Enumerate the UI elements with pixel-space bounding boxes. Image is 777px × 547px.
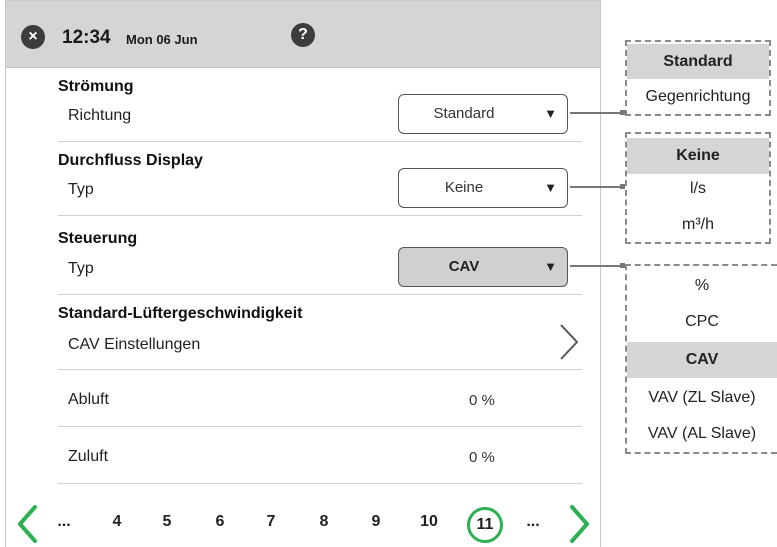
dropdown-arrow-icon: ▼ xyxy=(544,259,557,274)
section-title-stroemung: Strömung xyxy=(58,78,134,95)
page-ellipsis: ... xyxy=(57,513,71,530)
page-4[interactable]: 4 xyxy=(103,513,131,531)
divider xyxy=(58,215,582,216)
durchfluss-typ-label: Typ xyxy=(68,181,94,198)
durchfluss-options-popup: Keine l/s m³/h xyxy=(625,132,771,244)
richtung-label: Richtung xyxy=(68,107,132,124)
connector-line xyxy=(570,265,625,267)
steuerung-dropdown[interactable]: CAV ▼ xyxy=(398,247,568,287)
divider xyxy=(58,426,582,427)
steuerung-value: CAV xyxy=(448,258,480,275)
steuerung-typ-label: Typ xyxy=(68,260,94,277)
top-bar: × 12:34 Mon 06 Jun ? xyxy=(6,1,600,68)
option-gegenrichtung[interactable]: Gegenrichtung xyxy=(627,79,769,114)
page-11-current[interactable]: 11 xyxy=(467,507,503,543)
cav-settings-label: CAV Einstellungen xyxy=(68,336,201,353)
page-8[interactable]: 8 xyxy=(310,513,338,531)
page-9[interactable]: 9 xyxy=(362,513,390,531)
page-10[interactable]: 10 xyxy=(415,513,443,531)
durchfluss-value: Keine xyxy=(444,179,484,196)
option-vav-zl-slave[interactable]: VAV (ZL Slave) xyxy=(627,380,777,416)
zuluft-value: 0 % xyxy=(469,449,495,466)
connector-line xyxy=(570,186,625,188)
abluft-label: Abluft xyxy=(68,391,109,408)
richtung-options-popup: Standard Gegenrichtung xyxy=(625,40,771,116)
device-screen: × 12:34 Mon 06 Jun ? Strömung Richtung S… xyxy=(5,0,601,547)
divider xyxy=(58,369,582,370)
page-7[interactable]: 7 xyxy=(257,513,285,531)
page-next-icon[interactable] xyxy=(569,504,591,544)
page-prev-icon[interactable] xyxy=(16,504,38,544)
zuluft-label: Zuluft xyxy=(68,448,109,465)
page-5[interactable]: 5 xyxy=(153,513,181,531)
option-ls[interactable]: l/s xyxy=(627,172,769,206)
durchfluss-dropdown[interactable]: Keine ▼ xyxy=(398,168,568,208)
abluft-value: 0 % xyxy=(469,392,495,409)
richtung-dropdown[interactable]: Standard ▼ xyxy=(398,94,568,134)
richtung-value: Standard xyxy=(433,105,495,122)
steuerung-options-popup: % CPC CAV VAV (ZL Slave) VAV (AL Slave) xyxy=(625,264,777,454)
clock-date: Mon 06 Jun xyxy=(126,32,198,47)
help-icon[interactable]: ? xyxy=(291,23,315,47)
option-m3h[interactable]: m³/h xyxy=(627,208,769,242)
close-icon[interactable]: × xyxy=(21,25,45,49)
option-cpc[interactable]: CPC xyxy=(627,304,777,340)
section-title-durchfluss: Durchfluss Display xyxy=(58,152,203,169)
clock-time: 12:34 xyxy=(62,27,111,48)
option-standard[interactable]: Standard xyxy=(627,44,769,79)
option-percent[interactable]: % xyxy=(627,268,777,304)
option-keine[interactable]: Keine xyxy=(627,138,769,174)
connector-line xyxy=(570,112,625,114)
option-vav-al-slave[interactable]: VAV (AL Slave) xyxy=(627,416,777,452)
cav-settings-row[interactable]: Standard-Lüftergeschwindigkeit CAV Einst… xyxy=(58,296,588,368)
divider xyxy=(58,483,582,484)
option-cav[interactable]: CAV xyxy=(627,342,777,378)
page-6[interactable]: 6 xyxy=(206,513,234,531)
dropdown-arrow-icon: ▼ xyxy=(544,106,557,121)
divider xyxy=(58,141,582,142)
chevron-right-icon xyxy=(560,324,579,360)
dropdown-arrow-icon: ▼ xyxy=(544,180,557,195)
section-title-luefter: Standard-Lüftergeschwindigkeit xyxy=(58,305,303,322)
divider xyxy=(58,294,582,295)
page-ellipsis: ... xyxy=(526,513,540,530)
section-title-steuerung: Steuerung xyxy=(58,230,138,247)
